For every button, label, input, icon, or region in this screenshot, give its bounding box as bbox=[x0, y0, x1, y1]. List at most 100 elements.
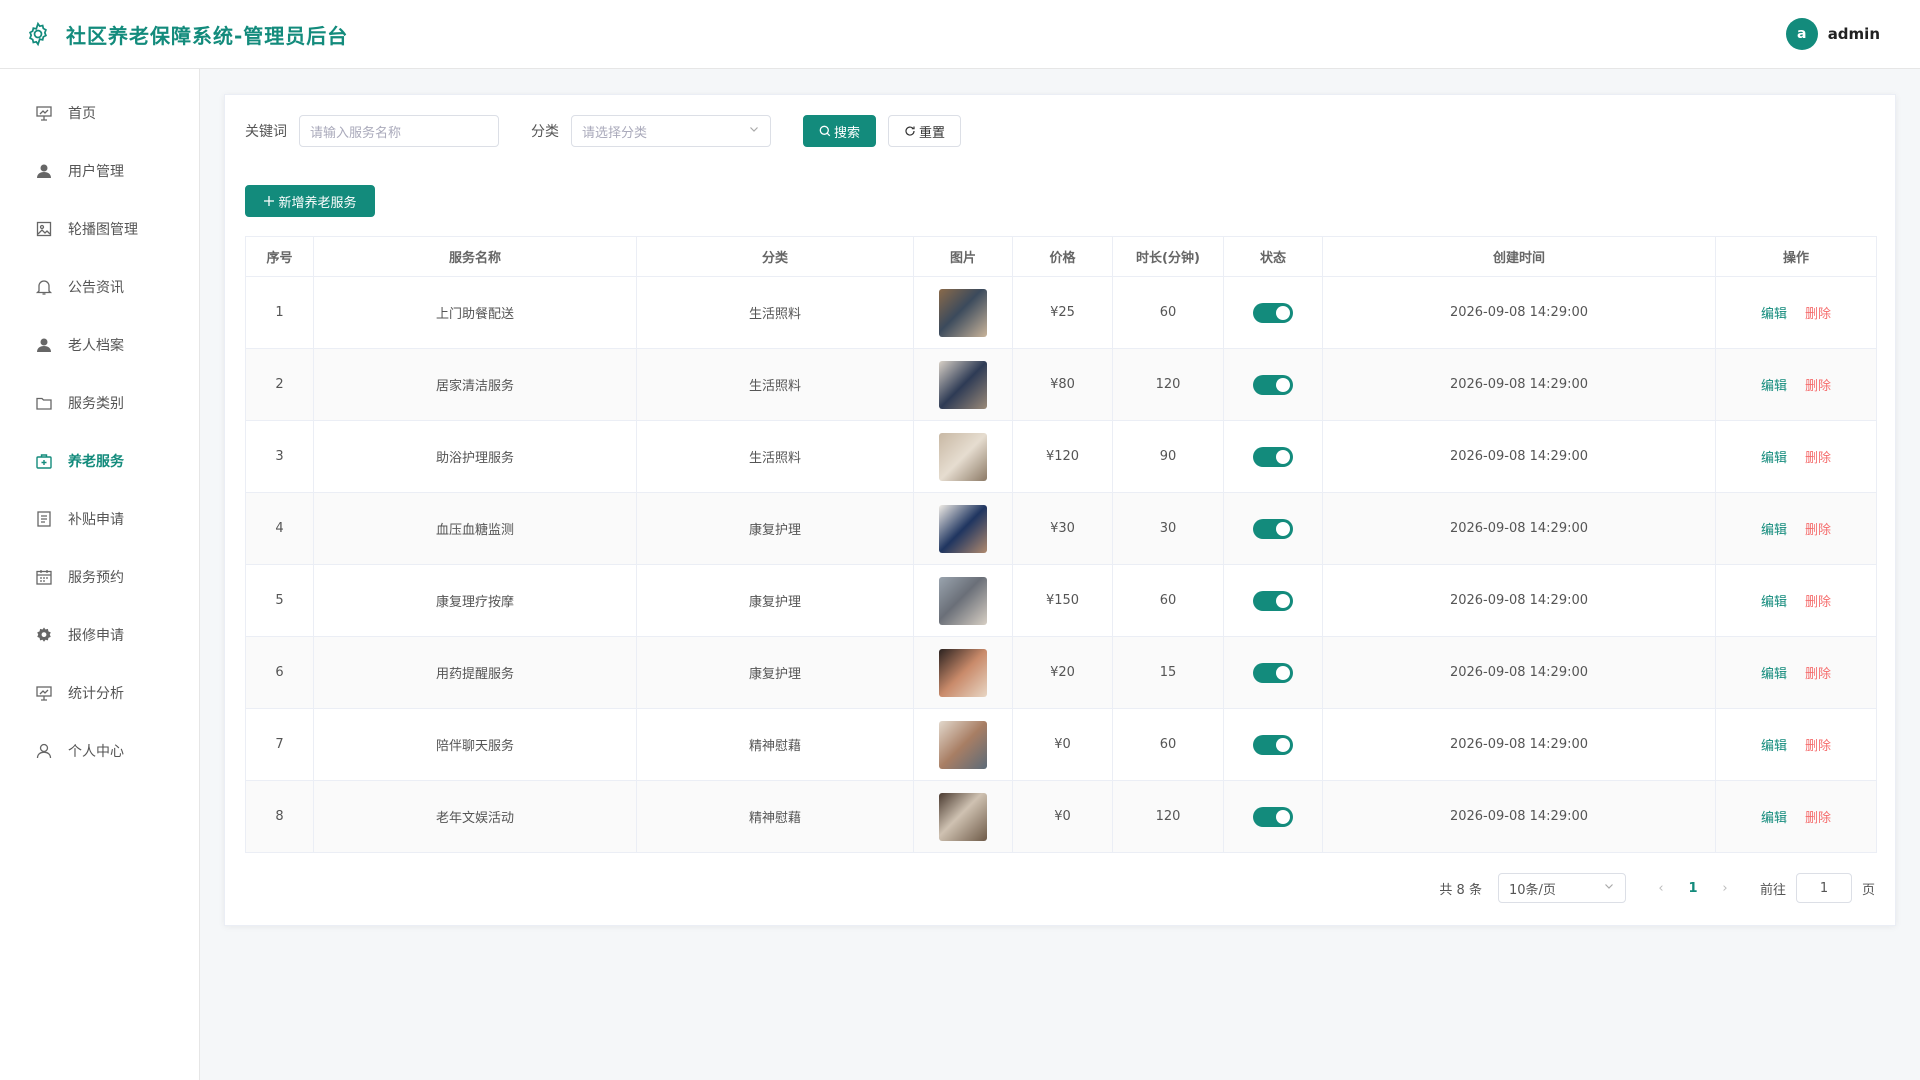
delete-link[interactable]: 删除 bbox=[1805, 523, 1831, 538]
sidebar-item-profile[interactable]: 个人中心 bbox=[0, 722, 199, 780]
chart-board-icon bbox=[34, 103, 54, 123]
cell-image bbox=[913, 636, 1013, 709]
sidebar-item-label: 老人档案 bbox=[68, 338, 124, 354]
column-header: 服务名称 bbox=[313, 236, 637, 277]
category-placeholder: 请选择分类 bbox=[582, 125, 648, 141]
edit-link[interactable]: 编辑 bbox=[1761, 739, 1787, 754]
sidebar-item-label: 服务预约 bbox=[68, 570, 124, 586]
cell-image bbox=[913, 708, 1013, 781]
sidebar-item-repairs[interactable]: 报修申请 bbox=[0, 606, 199, 664]
service-thumbnail[interactable] bbox=[939, 576, 987, 625]
cell-status bbox=[1223, 348, 1323, 421]
top-header: 社区养老保障系统-管理员后台 a admin bbox=[0, 0, 1920, 69]
delete-link[interactable]: 删除 bbox=[1805, 595, 1831, 610]
cell-price: ¥120 bbox=[1012, 420, 1113, 493]
edit-link[interactable]: 编辑 bbox=[1761, 811, 1787, 826]
cell-name: 老年文娱活动 bbox=[313, 780, 637, 853]
edit-link[interactable]: 编辑 bbox=[1761, 595, 1787, 610]
cell-name: 血压血糖监测 bbox=[313, 492, 637, 565]
cell-name: 助浴护理服务 bbox=[313, 420, 637, 493]
sidebar-item-label: 报修申请 bbox=[68, 628, 124, 644]
cell-no: 6 bbox=[245, 636, 314, 709]
edit-link[interactable]: 编辑 bbox=[1761, 523, 1787, 538]
status-toggle[interactable] bbox=[1253, 806, 1293, 827]
edit-link[interactable]: 编辑 bbox=[1761, 379, 1787, 394]
sidebar-item-appointments[interactable]: 服务预约 bbox=[0, 548, 199, 606]
cell-price: ¥0 bbox=[1012, 708, 1113, 781]
pagination: 共 8 条 10条/页 ‹ 1 › 前往 1 页 bbox=[1439, 873, 1875, 903]
reset-button[interactable]: 重置 bbox=[888, 115, 962, 147]
sidebar-item-home[interactable]: 首页 bbox=[0, 84, 199, 142]
cell-actions: 编辑 删除 bbox=[1715, 348, 1877, 421]
delete-link[interactable]: 删除 bbox=[1805, 739, 1831, 754]
gear-logo-icon bbox=[24, 20, 52, 48]
edit-link[interactable]: 编辑 bbox=[1761, 667, 1787, 682]
cell-duration: 120 bbox=[1112, 780, 1224, 853]
user-menu[interactable]: a admin bbox=[1785, 18, 1880, 50]
keyword-input[interactable]: 请输入服务名称 bbox=[299, 115, 499, 147]
main-card: 关键词 请输入服务名称 分类 请选择分类 搜索 重置 新增养老服务 序号 服务名… bbox=[224, 94, 1896, 926]
cell-actions: 编辑 删除 bbox=[1715, 780, 1877, 853]
category-select[interactable]: 请选择分类 bbox=[571, 115, 771, 147]
column-header: 状态 bbox=[1223, 236, 1323, 277]
sidebar-item-subsidy[interactable]: 补贴申请 bbox=[0, 490, 199, 548]
avatar[interactable]: a bbox=[1785, 18, 1818, 50]
sidebar-item-label: 个人中心 bbox=[68, 744, 124, 760]
cell-image bbox=[913, 780, 1013, 853]
status-toggle[interactable] bbox=[1253, 302, 1293, 323]
cell-name: 康复理疗按摩 bbox=[313, 564, 637, 637]
cell-category: 生活照料 bbox=[636, 348, 914, 421]
goto-page-value: 1 bbox=[1819, 880, 1829, 896]
sidebar-item-banners[interactable]: 轮播图管理 bbox=[0, 200, 199, 258]
sidebar-item-notices[interactable]: 公告资讯 bbox=[0, 258, 199, 316]
goto-page-input[interactable]: 1 bbox=[1795, 873, 1852, 903]
sidebar-item-statistics[interactable]: 统计分析 bbox=[0, 664, 199, 722]
cell-name: 用药提醒服务 bbox=[313, 636, 637, 709]
table-row: 7 陪伴聊天服务 精神慰藉 ¥0 60 2026-09-08 14:29:00 … bbox=[245, 708, 1877, 781]
service-thumbnail[interactable] bbox=[939, 504, 987, 553]
search-button[interactable]: 搜索 bbox=[803, 115, 877, 147]
status-toggle[interactable] bbox=[1253, 662, 1293, 683]
cell-duration: 60 bbox=[1112, 276, 1224, 349]
edit-link[interactable]: 编辑 bbox=[1761, 307, 1787, 322]
delete-link[interactable]: 删除 bbox=[1805, 379, 1831, 394]
next-page-icon[interactable]: › bbox=[1710, 881, 1740, 896]
page-size-select[interactable]: 10条/页 bbox=[1497, 873, 1626, 903]
service-thumbnail[interactable] bbox=[939, 288, 987, 337]
cell-created: 2026-09-08 14:29:00 bbox=[1322, 636, 1716, 709]
delete-link[interactable]: 删除 bbox=[1805, 451, 1831, 466]
delete-link[interactable]: 删除 bbox=[1805, 811, 1831, 826]
service-thumbnail[interactable] bbox=[939, 360, 987, 409]
sidebar-item-elder-records[interactable]: 老人档案 bbox=[0, 316, 199, 374]
service-thumbnail[interactable] bbox=[939, 432, 987, 481]
cell-status bbox=[1223, 708, 1323, 781]
table-row: 1 上门助餐配送 生活照料 ¥25 60 2026-09-08 14:29:00… bbox=[245, 276, 1877, 349]
status-toggle[interactable] bbox=[1253, 374, 1293, 395]
sidebar-item-label: 公告资讯 bbox=[68, 280, 124, 296]
cell-status bbox=[1223, 564, 1323, 637]
delete-link[interactable]: 删除 bbox=[1805, 307, 1831, 322]
cell-actions: 编辑 删除 bbox=[1715, 564, 1877, 637]
cell-no: 5 bbox=[245, 564, 314, 637]
edit-link[interactable]: 编辑 bbox=[1761, 451, 1787, 466]
sidebar-item-users[interactable]: 用户管理 bbox=[0, 142, 199, 200]
sidebar-item-elderly-services[interactable]: 养老服务 bbox=[0, 432, 199, 490]
cell-price: ¥25 bbox=[1012, 276, 1113, 349]
delete-link[interactable]: 删除 bbox=[1805, 667, 1831, 682]
service-thumbnail[interactable] bbox=[939, 720, 987, 769]
status-toggle[interactable] bbox=[1253, 446, 1293, 467]
prev-page-icon[interactable]: ‹ bbox=[1646, 881, 1676, 896]
cell-price: ¥80 bbox=[1012, 348, 1113, 421]
page-number-current[interactable]: 1 bbox=[1676, 881, 1710, 896]
add-service-button[interactable]: 新增养老服务 bbox=[245, 185, 375, 217]
sidebar-item-service-categories[interactable]: 服务类别 bbox=[0, 374, 199, 432]
status-toggle[interactable] bbox=[1253, 518, 1293, 539]
username[interactable]: admin bbox=[1828, 25, 1880, 43]
status-toggle[interactable] bbox=[1253, 734, 1293, 755]
user-outline-icon bbox=[34, 741, 54, 761]
status-toggle[interactable] bbox=[1253, 590, 1293, 611]
service-thumbnail[interactable] bbox=[939, 792, 987, 841]
cell-actions: 编辑 删除 bbox=[1715, 420, 1877, 493]
sidebar-item-label: 统计分析 bbox=[68, 686, 124, 702]
service-thumbnail[interactable] bbox=[939, 648, 987, 697]
